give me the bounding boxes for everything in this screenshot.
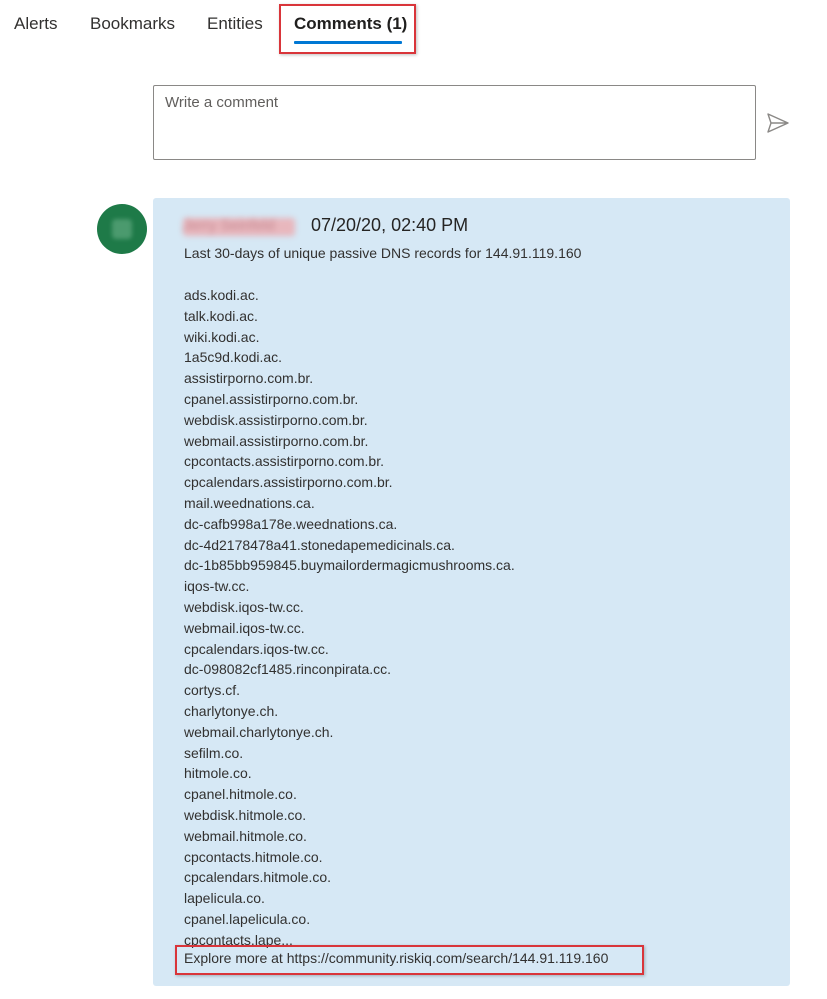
comment-summary: Last 30-days of unique passive DNS recor… — [184, 245, 582, 261]
dns-record: webmail.charlytonye.ch. — [184, 723, 334, 740]
dns-record: cpcontacts.assistirporno.com.br. — [184, 453, 384, 470]
dns-record: talk.kodi.ac. — [184, 307, 258, 324]
dns-record: hitmole.co. — [184, 765, 252, 782]
highlight-box-explore-link — [175, 945, 644, 975]
dns-record: iqos-tw.cc. — [184, 578, 250, 595]
dns-record: cpanel.assistirporno.com.br. — [184, 390, 359, 407]
dns-record: webmail.iqos-tw.cc. — [184, 619, 305, 636]
dns-record: cpanel.hitmole.co. — [184, 786, 297, 803]
dns-record: dc-cafb998a178e.weednations.ca. — [184, 515, 398, 532]
send-icon[interactable] — [766, 112, 790, 134]
avatar-initials — [112, 219, 132, 239]
comment-input[interactable] — [153, 85, 756, 160]
comment-timestamp: 07/20/20, 02:40 PM — [311, 215, 469, 235]
dns-record: 1a5c9d.kodi.ac. — [184, 349, 283, 366]
dns-record: assistirporno.com.br. — [184, 370, 314, 387]
comment-card: Jerry Seinfeld 07/20/20, 02:40 PM Last 3… — [153, 198, 790, 986]
tab-alerts[interactable]: Alerts — [14, 14, 57, 34]
dns-record: dc-098082cf1485.rinconpirata.cc. — [184, 661, 392, 678]
dns-record: cpcalendars.hitmole.co. — [184, 869, 332, 886]
dns-record: lapelicula.co. — [184, 890, 265, 907]
highlight-box-comments-tab — [279, 4, 416, 54]
dns-record: dc-1b85bb959845.buymailordermagicmushroo… — [184, 557, 515, 574]
comments-panel: Alerts Bookmarks Entities Comments (1) J… — [0, 0, 827, 999]
dns-record: mail.weednations.ca. — [184, 494, 315, 511]
comment-author: Jerry Seinfeld — [183, 217, 275, 234]
comment-body: Last 30-days of unique passive DNS recor… — [184, 243, 581, 951]
dns-record: cpcalendars.assistirporno.com.br. — [184, 474, 393, 491]
dns-record: dc-4d2178478a41.stonedapemedicinals.ca. — [184, 536, 455, 553]
dns-record: webmail.hitmole.co. — [184, 827, 307, 844]
dns-record: wiki.kodi.ac. — [184, 328, 260, 345]
dns-record: webdisk.hitmole.co. — [184, 806, 307, 823]
dns-record: webdisk.iqos-tw.cc. — [184, 598, 304, 615]
dns-record: webmail.assistirporno.com.br. — [184, 432, 369, 449]
dns-record: webdisk.assistirporno.com.br. — [184, 411, 368, 428]
dns-record: ads.kodi.ac. — [184, 287, 259, 303]
tab-bar: Alerts Bookmarks Entities Comments (1) — [0, 0, 827, 60]
dns-record: sefilm.co. — [184, 744, 244, 761]
dns-record: cpanel.lapelicula.co. — [184, 910, 311, 927]
dns-record: charlytonye.ch. — [184, 702, 279, 719]
tab-bookmarks[interactable]: Bookmarks — [90, 14, 175, 34]
avatar — [97, 204, 147, 254]
dns-record: cpcalendars.iqos-tw.cc. — [184, 640, 329, 657]
dns-record: cpcontacts.hitmole.co. — [184, 848, 323, 865]
tab-entities[interactable]: Entities — [207, 14, 263, 34]
dns-record: cortys.cf. — [184, 682, 241, 699]
dns-record-list: ads.kodi.ac. talk.kodi.ac. wiki.kodi.ac. 1a… — [184, 285, 581, 951]
